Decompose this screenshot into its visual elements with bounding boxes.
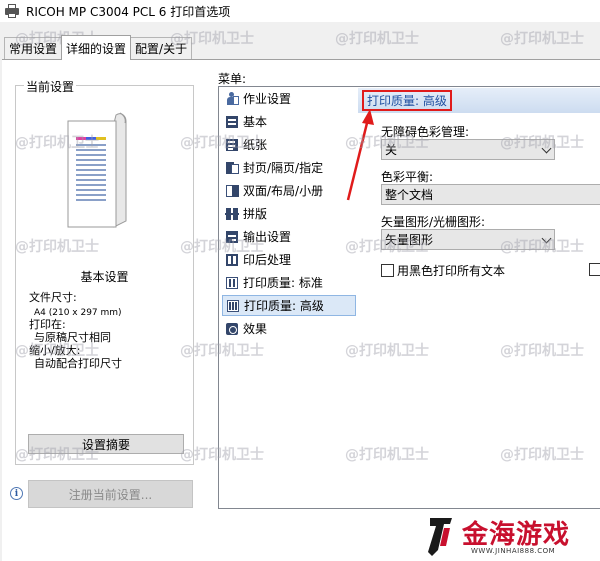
red-arrow-annotation	[346, 109, 374, 201]
menu-item-job-settings[interactable]: 作业设置	[222, 88, 356, 109]
window-title: RICOH MP C3004 PCL 6 打印首选项	[26, 4, 231, 19]
print-on-label: 打印在:	[29, 318, 66, 331]
finishing-icon	[225, 253, 239, 267]
menu-item-effects[interactable]: 效果	[222, 318, 356, 339]
color-balance-label: 色彩平衡:	[381, 170, 434, 184]
brand-url: WWW.JINHAI888.COM	[471, 547, 556, 555]
watermark: @打印机卫士	[335, 31, 419, 47]
menu-item-output[interactable]: 输出设置	[222, 226, 356, 247]
paper-icon	[225, 138, 239, 152]
printer-icon	[4, 4, 20, 18]
menu-item-paper[interactable]: 纸张	[222, 134, 356, 155]
doc-size-label: 文件尺寸:	[29, 291, 77, 304]
color-management-select[interactable]: 关	[381, 139, 555, 160]
menu-item-quality-advanced[interactable]: 打印质量: 高级	[222, 295, 356, 316]
chevron-down-icon	[541, 143, 552, 154]
duplex-icon	[225, 184, 239, 198]
scale-value: 自动配合打印尺寸	[34, 357, 122, 370]
black-text-option[interactable]: 用黑色打印所有文本	[381, 262, 505, 279]
info-icon: i	[10, 487, 23, 500]
color-management-label: 无障碍色彩管理:	[381, 125, 470, 139]
black-text-label: 用黑色打印所有文本	[397, 264, 506, 278]
quality-advanced-icon	[226, 299, 240, 313]
menu-item-basic[interactable]: 基本	[222, 111, 356, 132]
menu-item-cover[interactable]: 封页/隔页/指定	[222, 157, 356, 178]
tab-config-about[interactable]: 配置/关于	[130, 37, 193, 59]
current-settings-label: 当前设置	[24, 78, 77, 95]
cover-icon	[225, 161, 239, 175]
basic-settings-title: 基本设置	[80, 270, 129, 284]
menu-label: 菜单:	[218, 72, 247, 86]
title-bar: RICOH MP C3004 PCL 6 打印首选项	[0, 0, 600, 22]
secondary-checkbox[interactable]	[589, 263, 600, 276]
color-balance-select[interactable]: 整个文档	[381, 184, 600, 205]
document-preview-icon	[67, 112, 127, 228]
watermark: @打印机卫士	[500, 31, 584, 47]
tab-common-settings[interactable]: 常用设置	[4, 37, 63, 59]
brand-logo-icon	[428, 518, 452, 556]
menu-item-imposition[interactable]: 拼版	[222, 203, 356, 224]
scale-label: 缩小/放大:	[29, 344, 81, 357]
vector-raster-select[interactable]: 矢量图形	[381, 229, 555, 250]
tab-strip: 常用设置 详细的设置 配置/关于	[0, 35, 193, 60]
imposition-icon	[225, 207, 239, 221]
menu-item-finishing[interactable]: 印后处理	[222, 249, 356, 270]
effects-icon	[225, 322, 239, 336]
menu-item-duplex[interactable]: 双面/布局/小册	[222, 180, 356, 201]
quality-standard-icon	[225, 276, 239, 290]
job-settings-icon	[225, 91, 239, 106]
print-on-value: 与原稿尺寸相同	[34, 331, 111, 344]
menu-item-quality-standard[interactable]: 打印质量: 标准	[222, 272, 356, 293]
register-current-settings-button[interactable]: 注册当前设置...	[28, 480, 193, 508]
chevron-down-icon	[541, 233, 552, 244]
black-text-checkbox[interactable]	[381, 264, 394, 277]
vector-raster-label: 矢量图形/光栅图形:	[381, 215, 486, 229]
basic-icon	[225, 115, 239, 129]
output-icon	[225, 230, 239, 244]
tab-detailed-settings[interactable]: 详细的设置	[61, 35, 132, 60]
settings-summary-button[interactable]: 设置摘要	[28, 434, 184, 454]
brand-name: 金海游戏	[462, 520, 571, 550]
